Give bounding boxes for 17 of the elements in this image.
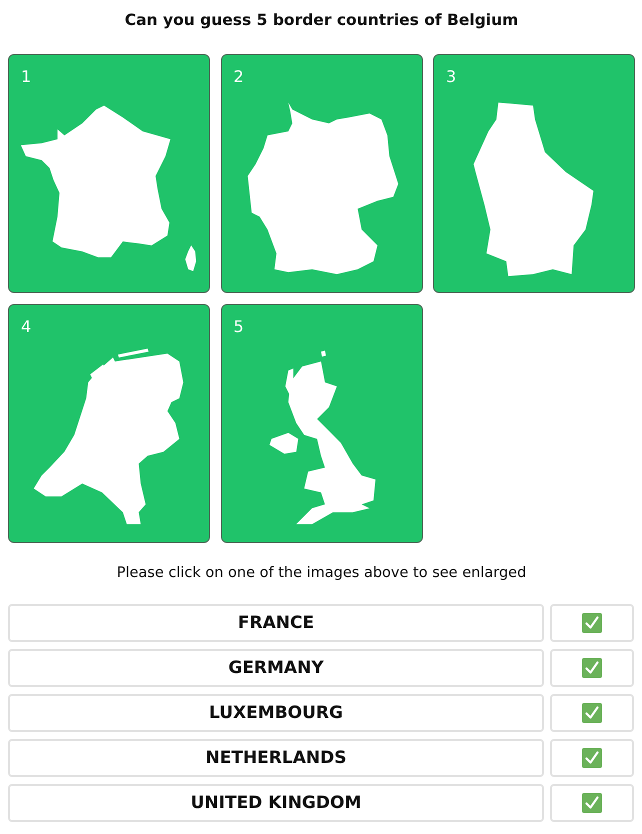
tile-number: 1 — [21, 67, 32, 87]
country-answer: FRANCE — [8, 604, 544, 642]
country-answer: NETHERLANDS — [8, 739, 544, 777]
quiz-title: Can you guess 5 border countries of Belgium — [124, 10, 520, 31]
country-map-tile[interactable]: 2 — [220, 54, 422, 293]
tile-number: 2 — [234, 67, 244, 87]
country-map-tile[interactable]: 1 — [8, 54, 210, 293]
country-map-tile[interactable]: 4 — [8, 304, 210, 543]
tile-number: 4 — [21, 317, 32, 337]
tile-number: 5 — [234, 317, 244, 337]
country-answer: UNITED KINGDOM — [8, 784, 544, 822]
instruction-text: Please click on one of the images above to see enlarged — [116, 564, 528, 583]
tile-number: 3 — [446, 67, 456, 87]
country-answer: GERMANY — [8, 649, 544, 687]
country-map-tile[interactable]: 5 — [220, 304, 422, 543]
country-map-tile[interactable]: 3 — [433, 54, 635, 293]
country-answer: LUXEMBOURG — [8, 694, 544, 732]
